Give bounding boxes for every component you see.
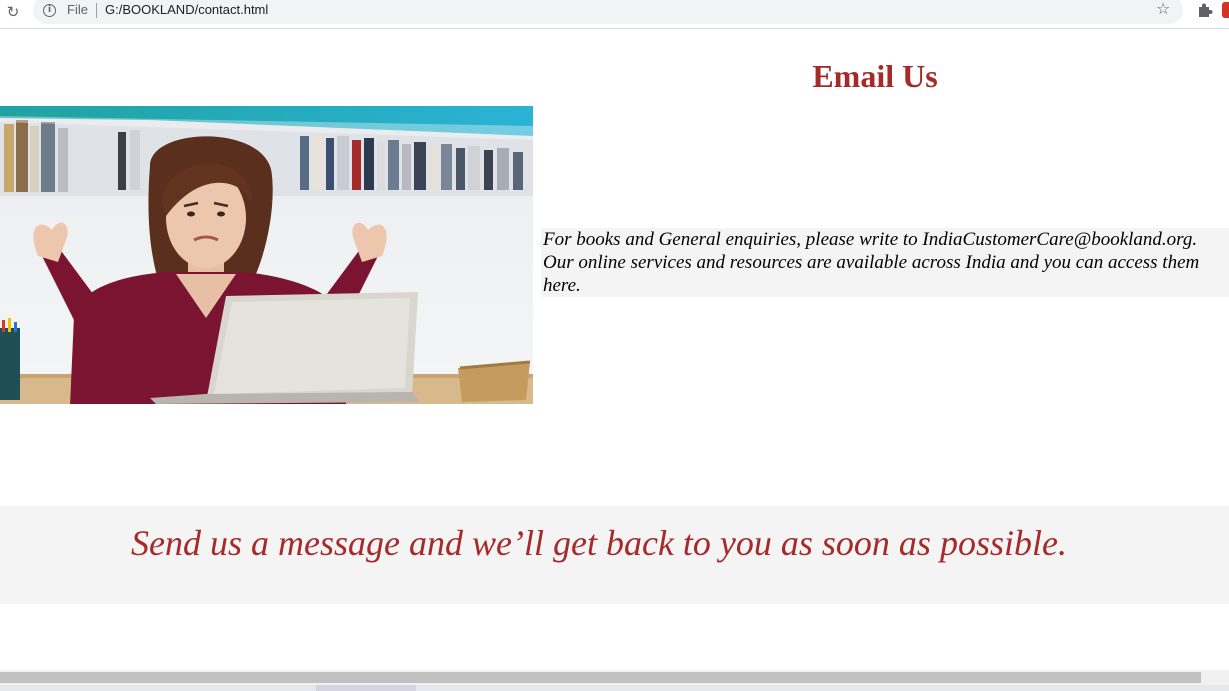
enquiry-line: For books and General enquiries, please … — [543, 229, 1198, 250]
info-icon[interactable]: i — [43, 4, 56, 17]
extensions-icon[interactable] — [1196, 1, 1214, 19]
enquiry-text-block: For books and General enquiries, please … — [541, 228, 1229, 297]
omnibox-divider — [96, 3, 97, 18]
profile-icon[interactable] — [1222, 2, 1229, 18]
taskbar — [0, 685, 1229, 691]
url-text[interactable]: G:/BOOKLAND/contact.html — [105, 2, 268, 17]
browser-toolbar: ↻ i File G:/BOOKLAND/contact.html ☆ — [0, 0, 1229, 29]
page-title: Email Us — [812, 58, 938, 94]
address-bar[interactable]: i File G:/BOOKLAND/contact.html ☆ — [33, 0, 1183, 24]
taskbar-item[interactable] — [316, 685, 416, 691]
scheme-label: File — [67, 2, 88, 17]
hero-image — [0, 106, 533, 404]
enquiry-line: Our online services and resources are av… — [543, 252, 1200, 273]
reload-icon[interactable]: ↻ — [4, 3, 22, 21]
star-icon[interactable]: ☆ — [1156, 0, 1170, 18]
enquiry-line: here. — [543, 275, 581, 296]
horizontal-scrollbar[interactable] — [0, 670, 1229, 685]
scrollbar-thumb[interactable] — [0, 672, 1201, 683]
message-text: Send us a message and we’ll get back to … — [131, 523, 1067, 563]
